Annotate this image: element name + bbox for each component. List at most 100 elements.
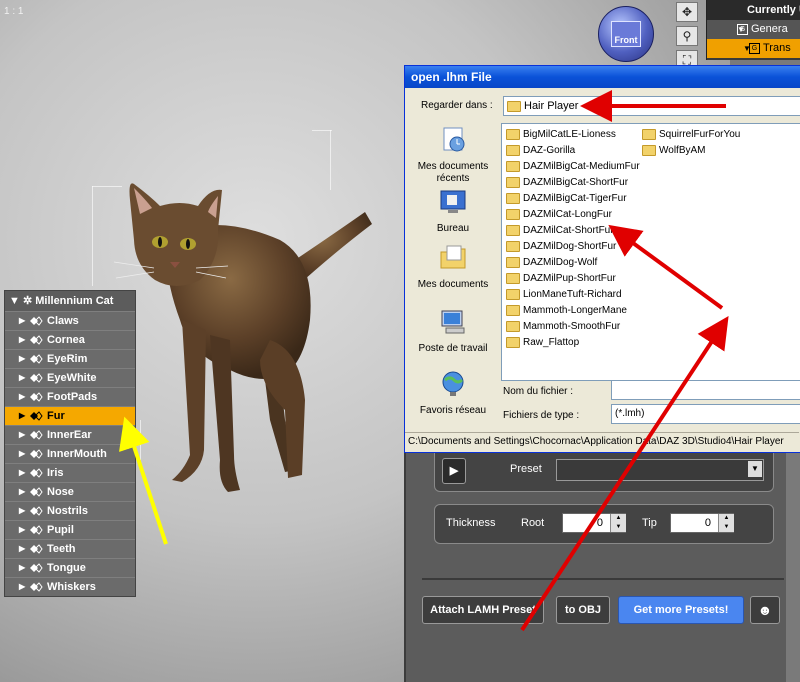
folder-item[interactable]: DAZMilBigCat-ShortFur	[506, 175, 640, 191]
expand-triangle-icon[interactable]: ▶	[19, 445, 25, 463]
filetype-dropdown[interactable]: (*.lmh)	[611, 404, 800, 424]
tree-item-tongue[interactable]: ▶ Tongue	[5, 558, 135, 577]
tip-spin-arrows[interactable]: ▲ ▼	[718, 514, 734, 532]
folder-item[interactable]: DAZMilCat-ShortFur	[506, 223, 640, 239]
expand-triangle-icon[interactable]: ▶	[19, 331, 25, 349]
folder-icon	[506, 192, 520, 204]
tree-item-label: Cornea	[47, 334, 85, 346]
tree-item-label: Tongue	[47, 562, 86, 574]
root-spin-arrows[interactable]: ▲ ▼	[610, 514, 626, 532]
tree-item-fur[interactable]: ▶ Fur	[5, 406, 135, 425]
expand-triangle-icon[interactable]: ▶	[19, 407, 25, 425]
folder-item[interactable]: DAZMilBigCat-MediumFur	[506, 159, 640, 175]
expand-triangle-icon[interactable]: ▼	[737, 20, 745, 39]
tree-root-millennium-cat[interactable]: ▼ ✲ Millennium Cat	[5, 291, 135, 311]
tree-item-eyewhite[interactable]: ▶ EyeWhite	[5, 368, 135, 387]
navigation-cube[interactable]: Front	[598, 6, 654, 62]
expand-triangle-icon[interactable]: ▶	[19, 464, 25, 482]
panel-divider	[422, 578, 784, 580]
folder-item[interactable]: DAZMilCat-LongFur	[506, 207, 640, 223]
place-my-documents[interactable]: Mes documents	[415, 244, 491, 291]
folder-item[interactable]: LionManeTuft-Richard	[506, 287, 640, 303]
material-group-icon	[30, 468, 43, 478]
play-preset-button[interactable]: ▶	[442, 458, 466, 484]
folder-item-label: WolfByAM	[659, 145, 706, 156]
tree-item-iris[interactable]: ▶ Iris	[5, 463, 135, 482]
lookin-label: Regarder dans :	[421, 100, 493, 111]
tree-item-nose[interactable]: ▶ Nose	[5, 482, 135, 501]
group-transforms[interactable]: ▼ G Trans	[707, 39, 800, 58]
expand-triangle-icon[interactable]: ▶	[19, 578, 25, 596]
tree-item-teeth[interactable]: ▶ Teeth	[5, 539, 135, 558]
expand-triangle-icon[interactable]: ▶	[19, 426, 25, 444]
material-group-icon	[30, 335, 43, 345]
folder-item-label: LionManeTuft-Richard	[523, 289, 622, 300]
group-general[interactable]: ▼ G Genera	[707, 20, 800, 39]
place-network[interactable]: Favoris réseau	[415, 370, 491, 417]
folder-item[interactable]: DAZMilDog-ShortFur	[506, 239, 640, 255]
folder-icon	[506, 160, 520, 172]
expand-triangle-icon[interactable]: ▶	[19, 369, 25, 387]
cat-figure[interactable]	[110, 170, 380, 500]
dropdown-arrow-icon[interactable]: ▼	[748, 461, 762, 477]
tree-item-whiskers[interactable]: ▶ Whiskers	[5, 577, 135, 596]
material-group-icon	[30, 392, 43, 402]
lookin-dropdown[interactable]: Hair Player	[503, 96, 800, 116]
to-obj-button[interactable]: to OBJ	[556, 596, 610, 624]
expand-triangle-icon[interactable]: ▶	[19, 312, 25, 330]
filename-input[interactable]	[611, 380, 800, 400]
tree-item-innermouth[interactable]: ▶ InnerMouth	[5, 444, 135, 463]
file-list[interactable]: BigMilCatLE-Lioness DAZ-Gorilla DAZMilBigC…	[501, 123, 800, 381]
material-group-icon	[30, 411, 43, 421]
expand-triangle-icon[interactable]: ▶	[19, 483, 25, 501]
expand-triangle-icon[interactable]: ▶	[19, 540, 25, 558]
tree-item-innerear[interactable]: ▶ InnerEar	[5, 425, 135, 444]
folder-item[interactable]: DAZ-Gorilla	[506, 143, 640, 159]
tree-item-footpads[interactable]: ▶ FootPads	[5, 387, 135, 406]
folder-item[interactable]: DAZMilBigCat-TigerFur	[506, 191, 640, 207]
panel-header: Currently U	[707, 0, 800, 20]
tree-item-label: Pupil	[47, 524, 74, 536]
expand-triangle-icon[interactable]: ▼	[743, 39, 751, 58]
move-icon[interactable]: ✥	[676, 2, 698, 22]
tree-item-cornea[interactable]: ▶ Cornea	[5, 330, 135, 349]
tree-item-pupil[interactable]: ▶ Pupil	[5, 520, 135, 539]
tree-item-claws[interactable]: ▶ Claws	[5, 311, 135, 330]
preset-dropdown[interactable]: ▼	[556, 459, 764, 481]
expand-triangle-icon[interactable]: ▶	[19, 502, 25, 520]
folder-item[interactable]: WolfByAM	[642, 143, 740, 159]
expand-triangle-icon[interactable]: ▼	[9, 295, 20, 307]
folder-item[interactable]: Mammoth-SmoothFur	[506, 319, 640, 335]
folder-item-label: DAZMilCat-LongFur	[523, 209, 612, 220]
expand-triangle-icon[interactable]: ▶	[19, 350, 25, 368]
folder-icon	[506, 128, 520, 140]
folder-item[interactable]: DAZMilPup-ShortFur	[506, 271, 640, 287]
bounding-box	[312, 130, 332, 131]
tree-item-nostrils[interactable]: ▶ Nostrils	[5, 501, 135, 520]
place-recent-documents[interactable]: Mes documents récents	[415, 126, 491, 185]
place-label: Mes documents récents	[417, 161, 489, 184]
lamh-logo-button[interactable]: ☻	[750, 596, 780, 624]
folder-item[interactable]: Raw_Flattop	[506, 335, 640, 351]
folder-icon	[642, 144, 656, 156]
folder-item[interactable]: Mammoth-LongerMane	[506, 303, 640, 319]
expand-triangle-icon[interactable]: ▶	[19, 521, 25, 539]
folder-item-label: Mammoth-SmoothFur	[523, 321, 621, 332]
expand-triangle-icon[interactable]: ▶	[19, 388, 25, 406]
tree-item-eyerim[interactable]: ▶ EyeRim	[5, 349, 135, 368]
material-group-icon	[30, 449, 43, 459]
root-label: Root	[521, 517, 545, 529]
folder-item[interactable]: DAZMilDog-Wolf	[506, 255, 640, 271]
folder-icon	[506, 256, 520, 268]
my-documents-icon	[440, 245, 466, 269]
nav-cube-front-face[interactable]: Front	[611, 21, 641, 47]
expand-triangle-icon[interactable]: ▶	[19, 559, 25, 577]
zoom-icon[interactable]: ⚲	[676, 26, 698, 46]
folder-item[interactable]: SquirrelFurForYou	[642, 127, 740, 143]
attach-lamh-preset-button[interactable]: Attach LAMH Preset	[422, 596, 544, 624]
place-desktop[interactable]: Bureau	[415, 188, 491, 235]
place-my-computer[interactable]: Poste de travail	[415, 308, 491, 355]
folder-item[interactable]: BigMilCatLE-Lioness	[506, 127, 640, 143]
get-more-presets-button[interactable]: Get more Presets!	[618, 596, 744, 624]
filename-label: Nom du fichier :	[503, 386, 574, 397]
